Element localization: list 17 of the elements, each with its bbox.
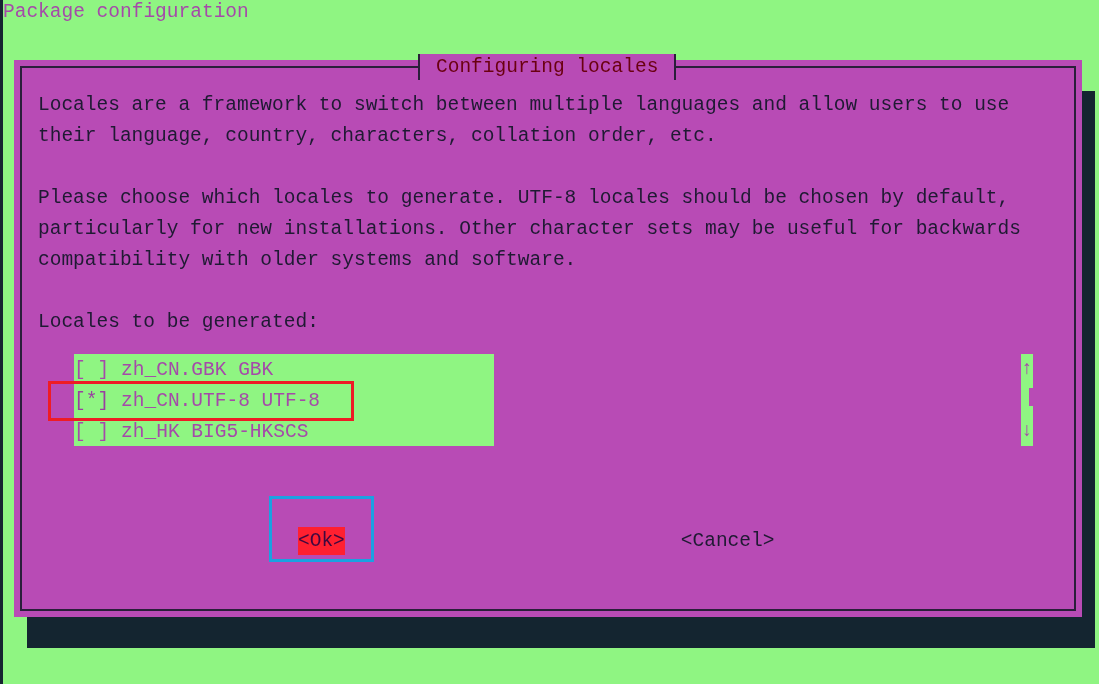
window-title: Package configuration bbox=[3, 0, 249, 24]
paragraph: Please choose which locales to generate. UTF-8 locales should be chosen by default, particularly for new installations. Other character sets may be useful for backwards compatibility with older systems and software. bbox=[38, 186, 1021, 273]
cancel-button[interactable]: <Cancel> bbox=[680, 527, 775, 555]
paragraph: Locales are a framework to switch between multiple languages and allow users to use their language, country, characters, collation order, etc. bbox=[38, 93, 1010, 149]
scroll-up-icon[interactable]: ↑ bbox=[1021, 354, 1033, 384]
checkbox[interactable]: [ ] bbox=[74, 417, 110, 448]
scroll-thumb[interactable] bbox=[1029, 388, 1033, 406]
checkbox[interactable]: [*] bbox=[74, 386, 110, 417]
scroll-down-icon[interactable]: ↓ bbox=[1021, 416, 1033, 446]
dialog-title: Configuring locales bbox=[418, 54, 677, 80]
locale-option[interactable]: zh_CN.GBK GBK bbox=[121, 355, 274, 386]
scrollbar[interactable]: ↑ ↓ bbox=[1021, 354, 1033, 446]
ok-button[interactable]: <Ok> bbox=[298, 527, 345, 555]
locale-option[interactable]: zh_HK BIG5-HKSCS bbox=[121, 417, 309, 448]
checkbox[interactable]: [ ] bbox=[74, 355, 110, 386]
list-label: Locales to be generated: bbox=[38, 310, 319, 335]
locale-option[interactable]: zh_CN.UTF-8 UTF-8 bbox=[121, 386, 321, 417]
